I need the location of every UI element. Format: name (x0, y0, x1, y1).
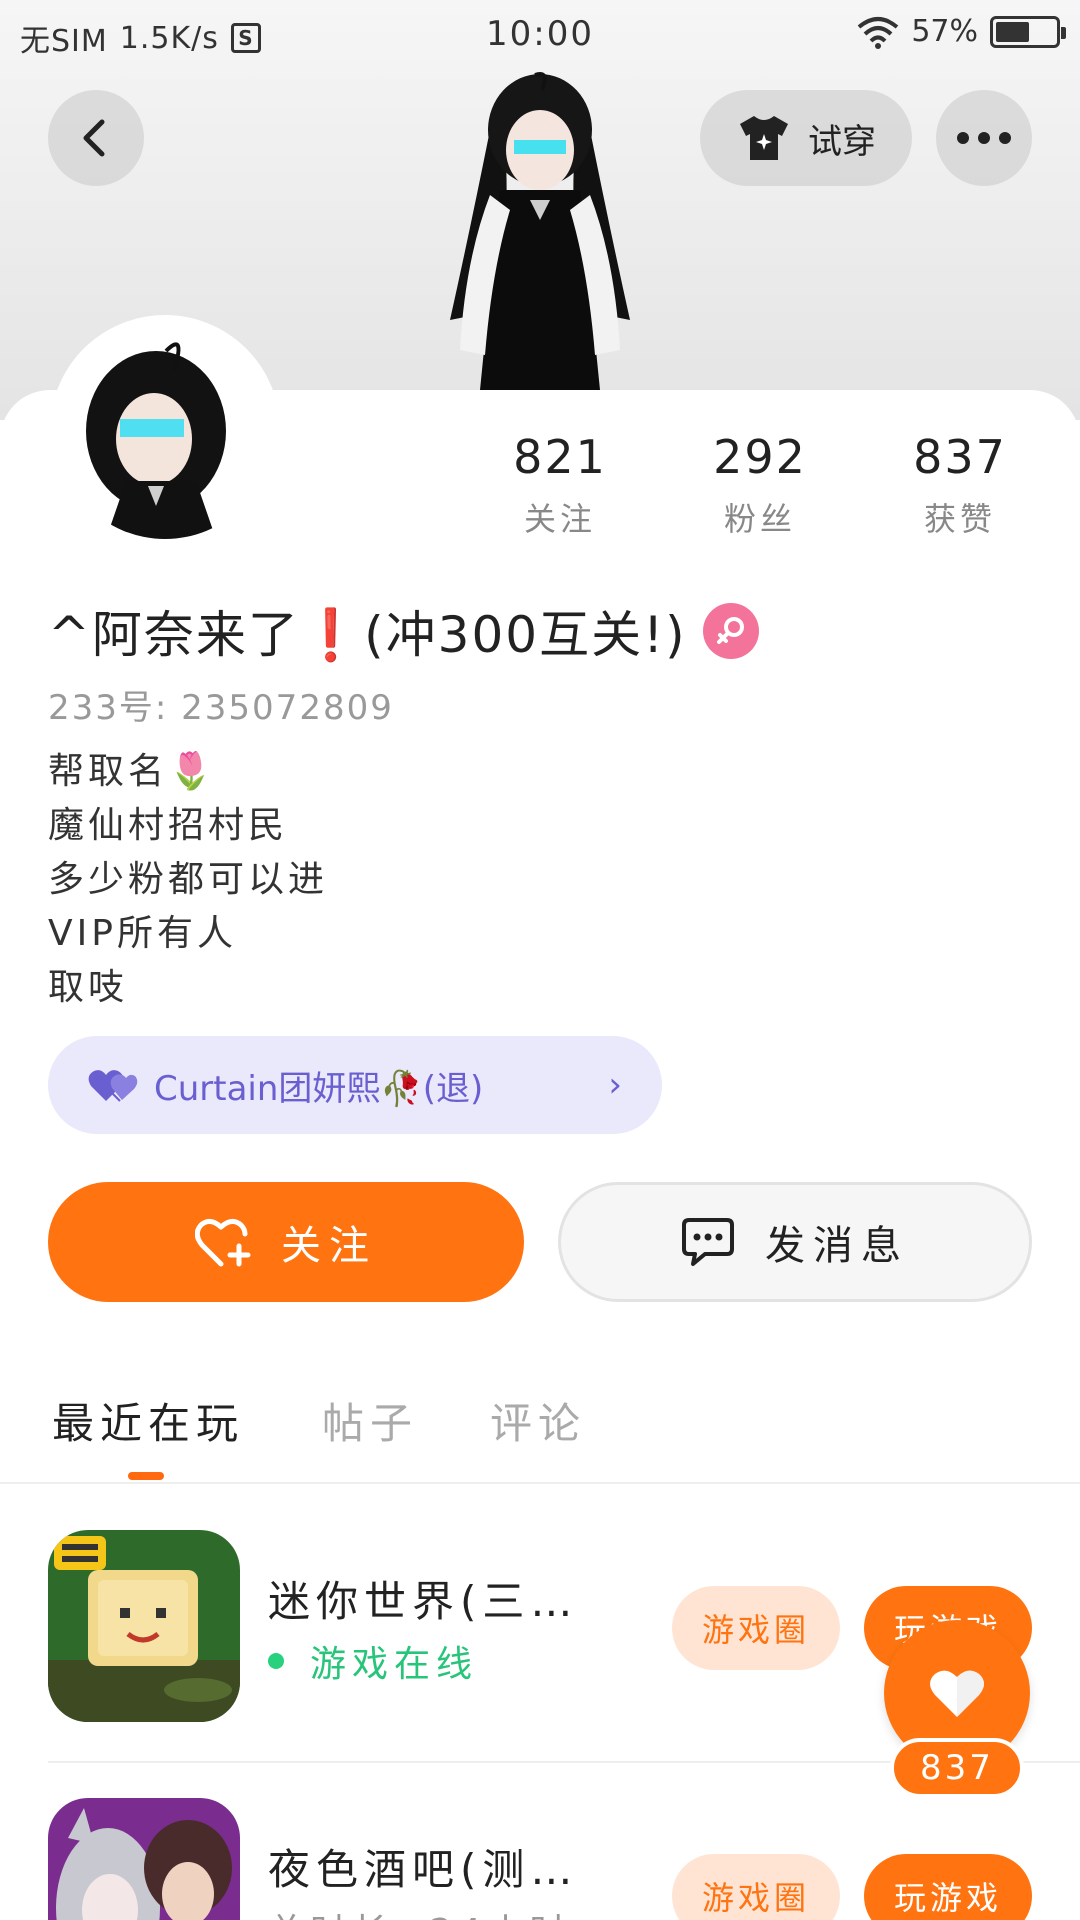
shirt-icon (740, 116, 788, 160)
game-name: 迷你世界(三… (268, 1577, 579, 1626)
bio-line: 多少粉都可以进 (48, 859, 329, 900)
game-status-text: 游戏在线 (310, 1644, 479, 1685)
stat-label: 粉丝 (723, 500, 796, 538)
battery-icon (990, 15, 1066, 48)
bio-line: 帮取名🌷 (48, 751, 217, 792)
message-label: 发消息 (765, 1223, 909, 1269)
game-name: 夜色酒吧(测… (268, 1845, 579, 1894)
bio-line: VIP所有人 (48, 913, 237, 954)
follow-label: 关注 (281, 1223, 377, 1269)
follow-button[interactable]: 关注 (48, 1182, 524, 1302)
chevron-right-icon: › (608, 1065, 622, 1105)
group-link[interactable]: Curtain团妍熙🥀(退) › (48, 1036, 662, 1134)
wifi-icon (858, 16, 899, 49)
try-on-label: 试穿 (808, 121, 876, 162)
status-bar: 无SIM 1.5K/s S 10:00 57% (0, 0, 1080, 70)
stat-label: 获赞 (923, 500, 996, 538)
bio-line: 取吱 (48, 967, 129, 1008)
battery-level (996, 21, 1030, 42)
game-status: 总时长: 24小时 (268, 1903, 571, 1920)
tab-posts[interactable]: 帖子 (322, 1390, 418, 1451)
game-icon-night-bar[interactable] (48, 1798, 240, 1920)
try-on-button[interactable]: 试穿 (700, 90, 912, 186)
stat-value: 837 (913, 430, 1007, 484)
online-dot-icon (268, 1653, 284, 1669)
game-status-text: 总时长: 24小时 (268, 1903, 571, 1920)
avatar[interactable] (50, 315, 280, 545)
stat-label: 关注 (523, 500, 596, 538)
avatar-3d-figure (450, 72, 630, 390)
avatar-image (56, 321, 274, 539)
active-tab-indicator (128, 1472, 164, 1480)
bio: 帮取名🌷 魔仙村招村民 多少粉都可以进 VIP所有人 取吱 (48, 745, 328, 1015)
female-gender-icon (702, 603, 759, 659)
game-icon-mini-world[interactable] (48, 1530, 240, 1722)
double-heart-icon (88, 1070, 138, 1102)
stat-value: 292 (713, 430, 807, 484)
send-message-button[interactable]: 发消息 (558, 1182, 1032, 1302)
tab-comments[interactable]: 评论 (490, 1390, 586, 1451)
heart-plus-icon (195, 1219, 251, 1267)
stat-value: 821 (513, 430, 607, 484)
username: ^阿奈来了❗(冲300互关!) (48, 606, 687, 664)
like-count: 837 (890, 1738, 1024, 1798)
bio-line: 魔仙村招村民 (48, 805, 289, 846)
game-circle-button[interactable]: 游戏圈 (672, 1586, 840, 1670)
more-dots-icon (957, 132, 1011, 144)
chat-bubble-icon (682, 1218, 734, 1266)
chevron-left-icon (83, 119, 105, 157)
game-circle-button[interactable]: 游戏圈 (672, 1854, 840, 1920)
more-button[interactable] (936, 90, 1032, 186)
stat-likes[interactable]: 837 获赞 (860, 430, 1060, 540)
back-button[interactable] (48, 90, 144, 186)
play-game-button[interactable]: 玩游戏 (864, 1854, 1032, 1920)
user-id: 233号: 235072809 (48, 688, 394, 728)
game-row[interactable]: 夜色酒吧(测… 总时长: 24小时 游戏圈 玩游戏 (48, 1798, 1032, 1920)
stat-followers[interactable]: 292 粉丝 (660, 430, 860, 540)
tab-recently-played[interactable]: 最近在玩 (52, 1390, 244, 1451)
action-buttons: 关注 发消息 (48, 1182, 1032, 1302)
profile-tabs: 最近在玩 帖子 评论 (0, 1380, 1080, 1484)
game-status: 游戏在线 (268, 1635, 478, 1687)
group-name: Curtain团妍熙🥀(退) (154, 1068, 484, 1109)
username-row: ^阿奈来了❗(冲300互关!) (48, 595, 759, 667)
profile-stats: 821 关注 292 粉丝 837 获赞 (460, 430, 1060, 540)
battery-percent: 57% (911, 14, 978, 49)
heart-icon (930, 1670, 984, 1717)
stat-following[interactable]: 821 关注 (460, 430, 660, 540)
